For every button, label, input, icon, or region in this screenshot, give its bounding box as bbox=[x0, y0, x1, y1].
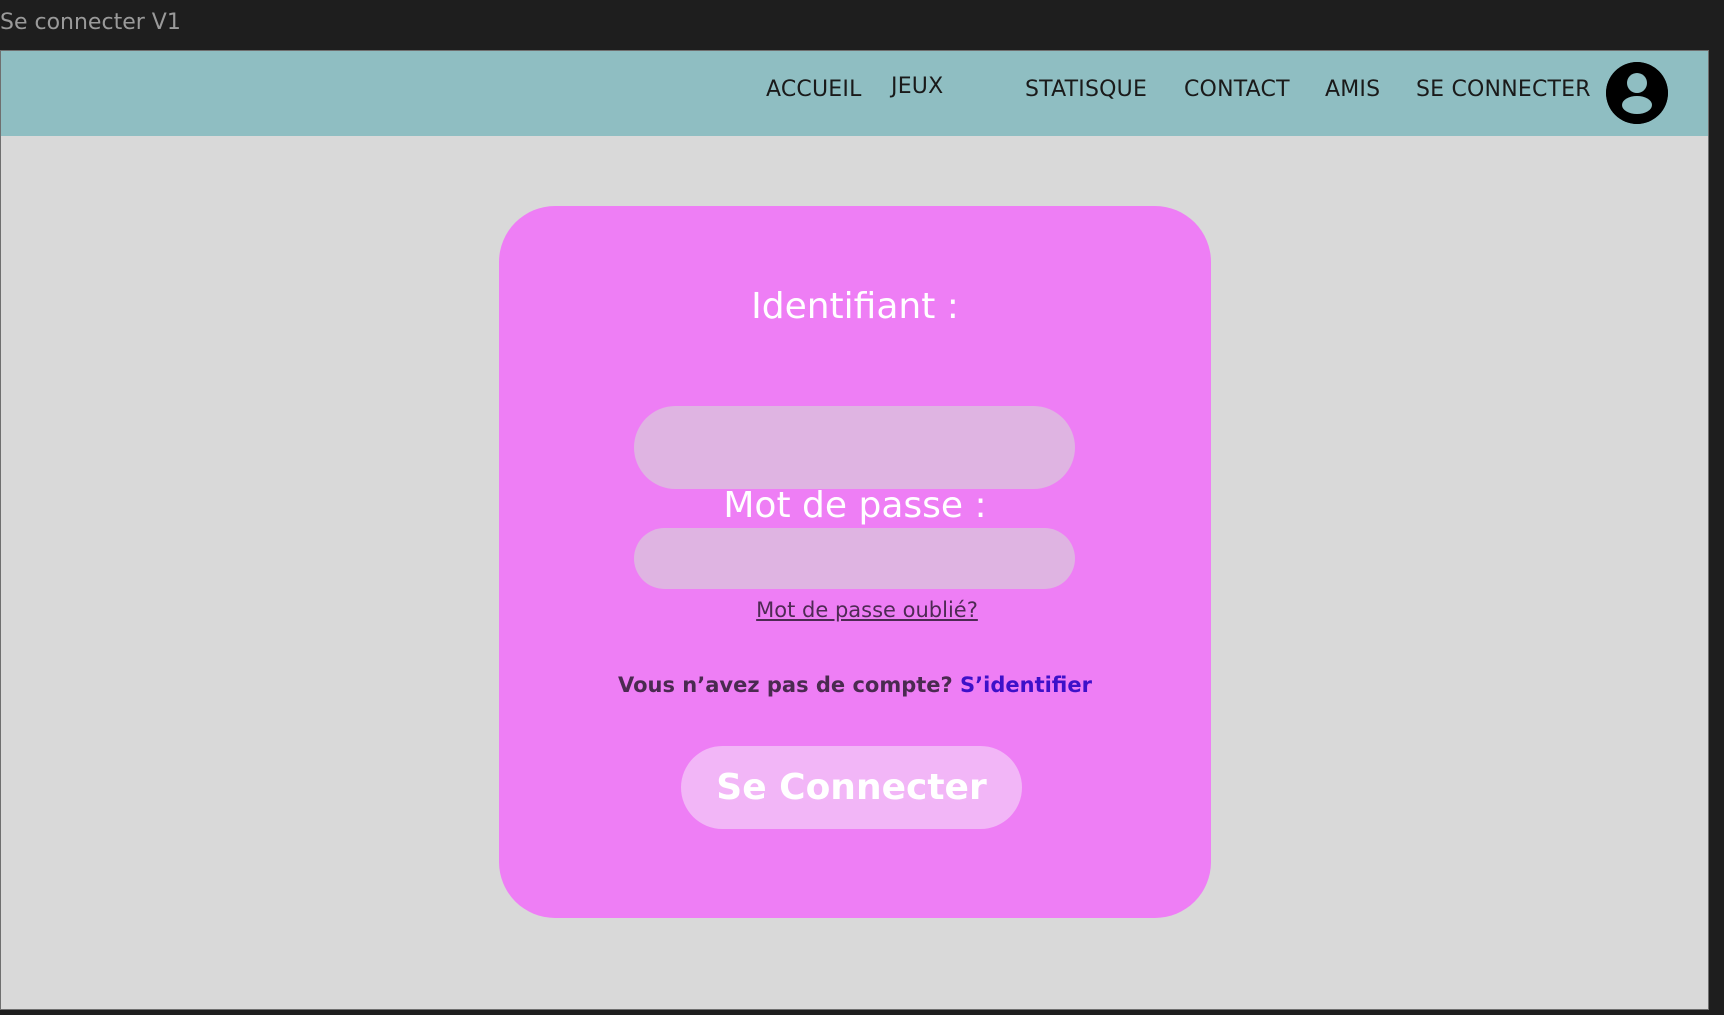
nav-item-accueil[interactable]: ACCUEIL bbox=[766, 77, 862, 102]
top-navbar: ACCUEIL JEUX STATISQUE CONTACT AMIS SE C… bbox=[1, 51, 1708, 136]
login-button[interactable]: Se Connecter bbox=[681, 746, 1022, 829]
username-label: Identifiant : bbox=[751, 286, 959, 327]
login-page: ACCUEIL JEUX STATISQUE CONTACT AMIS SE C… bbox=[0, 50, 1709, 1010]
frame-title: Se connecter V1 bbox=[0, 10, 181, 35]
nav-item-se-connecter[interactable]: SE CONNECTER bbox=[1416, 77, 1591, 102]
nav-item-jeux[interactable]: JEUX bbox=[891, 74, 943, 99]
signup-link[interactable]: S’identifier bbox=[960, 673, 1092, 697]
user-avatar-icon[interactable] bbox=[1606, 62, 1668, 124]
username-input[interactable] bbox=[634, 406, 1075, 489]
signup-prompt: Vous n’avez pas de compte? S’identifier bbox=[499, 673, 1211, 697]
password-input[interactable] bbox=[634, 528, 1075, 589]
password-label: Mot de passe : bbox=[723, 485, 987, 526]
no-account-text: Vous n’avez pas de compte? bbox=[618, 673, 961, 697]
login-card: Identifiant : Mot de passe : Mot de pass… bbox=[499, 206, 1211, 918]
forgot-password-link[interactable]: Mot de passe oublié? bbox=[499, 598, 1211, 622]
nav-item-amis[interactable]: AMIS bbox=[1325, 77, 1380, 102]
nav-item-statisque[interactable]: STATISQUE bbox=[1025, 77, 1147, 102]
nav-item-contact[interactable]: CONTACT bbox=[1184, 77, 1290, 102]
